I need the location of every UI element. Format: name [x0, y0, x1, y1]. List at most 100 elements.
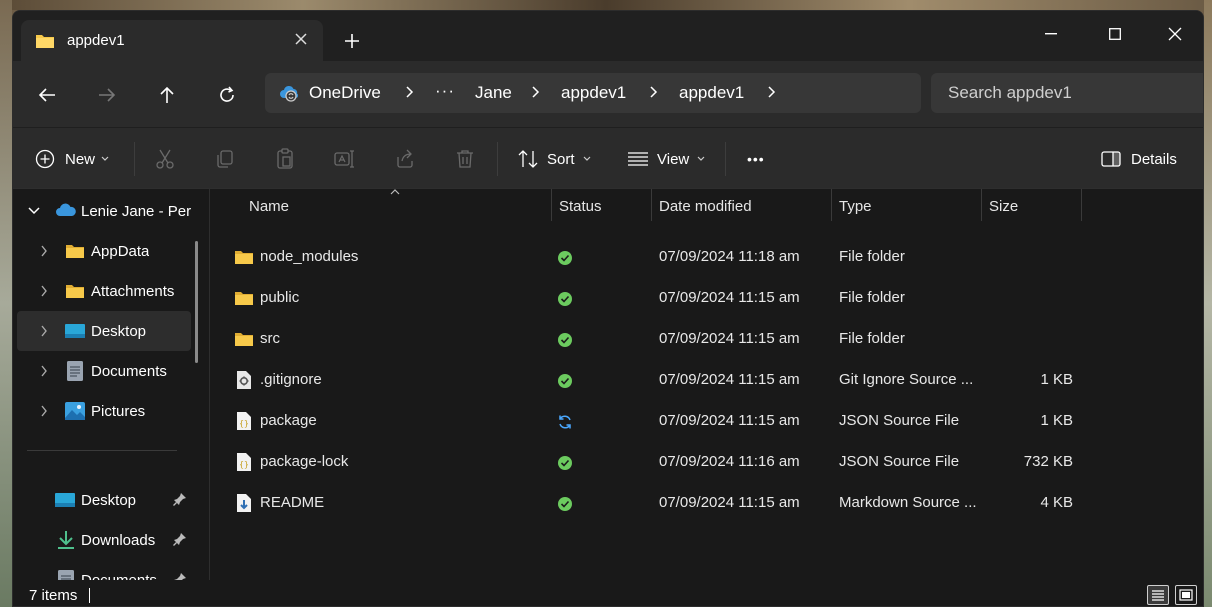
- chevron-down-icon[interactable]: [27, 204, 41, 218]
- details-button[interactable]: Details: [1101, 146, 1177, 172]
- breadcrumb-jane[interactable]: Jane: [475, 83, 512, 103]
- view-button[interactable]: View: [627, 146, 705, 172]
- column-divider[interactable]: [1081, 189, 1082, 221]
- breadcrumb-appdev1[interactable]: appdev1: [561, 83, 626, 103]
- syncing-icon: [557, 414, 573, 434]
- content-area: Lenie Jane - Pers AppData Attachments De…: [13, 188, 1203, 590]
- file-row-node-modules[interactable]: node_modules 07/09/2024 11:18 am File fo…: [210, 237, 1203, 278]
- file-name: package: [260, 412, 317, 429]
- file-date: 07/09/2024 11:15 am: [659, 371, 800, 388]
- delete-icon[interactable]: [453, 147, 477, 171]
- column-header-size[interactable]: Size: [989, 198, 1018, 215]
- file-type: JSON Source File: [839, 412, 960, 429]
- chevron-right-icon[interactable]: [531, 85, 541, 104]
- quick-access-downloads[interactable]: Downloads: [17, 520, 191, 560]
- sidebar-item-documents[interactable]: Documents: [17, 351, 191, 391]
- copy-icon[interactable]: [213, 147, 237, 171]
- details-view-button[interactable]: [1147, 585, 1169, 605]
- file-row-readme[interactable]: README 07/09/2024 11:15 am Markdown Sour…: [210, 483, 1203, 524]
- close-window-button[interactable]: [1155, 19, 1195, 49]
- divider: [27, 450, 177, 451]
- back-button[interactable]: [33, 81, 61, 109]
- quick-access-desktop[interactable]: Desktop: [17, 480, 191, 520]
- file-row-src[interactable]: src 07/09/2024 11:15 am File folder: [210, 319, 1203, 360]
- tiles-view-button[interactable]: [1175, 585, 1197, 605]
- item-count: 7 items: [29, 587, 78, 604]
- desktop-wallpaper-right: [1204, 0, 1212, 607]
- refresh-button[interactable]: [213, 81, 241, 109]
- new-button[interactable]: New: [35, 146, 109, 172]
- view-label: View: [657, 150, 690, 168]
- paste-icon[interactable]: [273, 147, 297, 171]
- view-icon: [628, 152, 648, 166]
- folder-icon: [65, 243, 85, 263]
- cut-icon[interactable]: [153, 147, 177, 171]
- column-divider[interactable]: [651, 189, 652, 221]
- chevron-right-icon[interactable]: [37, 244, 51, 258]
- breadcrumb-onedrive[interactable]: OneDrive: [309, 83, 381, 103]
- markdown-file-icon: [236, 493, 252, 517]
- address-bar[interactable]: OneDrive ··· Jane appdev1 appdev1: [265, 73, 921, 113]
- file-date: 07/09/2024 11:18 am: [659, 248, 800, 265]
- column-header-name[interactable]: Name: [249, 198, 289, 215]
- breadcrumb-overflow[interactable]: ···: [435, 81, 455, 101]
- column-header-type[interactable]: Type: [839, 198, 872, 215]
- sidebar-item-desktop[interactable]: Desktop: [17, 311, 191, 351]
- sidebar-item-label: Attachments: [91, 283, 175, 300]
- folder-icon: [65, 283, 85, 303]
- status-bar: 7 items: [13, 580, 1203, 606]
- file-row-package[interactable]: {} package 07/09/2024 11:15 am JSON Sour…: [210, 401, 1203, 442]
- more-options-button[interactable]: •••: [747, 146, 765, 172]
- column-divider[interactable]: [831, 189, 832, 221]
- sidebar-item-appdata[interactable]: AppData: [17, 231, 191, 271]
- column-divider[interactable]: [551, 189, 552, 221]
- sidebar-item-attachments[interactable]: Attachments: [17, 271, 191, 311]
- column-header-date[interactable]: Date modified: [659, 198, 752, 215]
- pin-icon[interactable]: [173, 532, 187, 550]
- synced-check-icon: [557, 373, 573, 393]
- chevron-right-icon[interactable]: [37, 284, 51, 298]
- up-button[interactable]: [153, 81, 181, 109]
- file-type: Git Ignore Source ...: [839, 371, 974, 388]
- chevron-right-icon[interactable]: [767, 85, 777, 104]
- synced-check-icon: [557, 250, 573, 270]
- chevron-right-icon[interactable]: [649, 85, 659, 104]
- maximize-button[interactable]: [1095, 19, 1135, 49]
- pin-icon[interactable]: [173, 492, 187, 510]
- forward-button[interactable]: [93, 81, 121, 109]
- chevron-right-icon[interactable]: [37, 404, 51, 418]
- json-file-icon: {}: [236, 411, 252, 435]
- share-icon[interactable]: [393, 147, 417, 171]
- details-view-icon: [1152, 590, 1164, 601]
- sidebar-scrollbar[interactable]: [195, 241, 198, 363]
- details-pane-icon: [1101, 151, 1121, 167]
- folder-icon: [234, 290, 254, 310]
- file-type: File folder: [839, 289, 905, 306]
- chevron-right-icon[interactable]: [37, 324, 51, 338]
- file-row-gitignore[interactable]: .gitignore 07/09/2024 11:15 am Git Ignor…: [210, 360, 1203, 401]
- close-tab-icon[interactable]: [289, 28, 313, 52]
- file-row-public[interactable]: public 07/09/2024 11:15 am File folder: [210, 278, 1203, 319]
- search-box[interactable]: Search appdev1: [931, 73, 1203, 113]
- rename-icon[interactable]: [333, 147, 357, 171]
- chevron-right-icon[interactable]: [37, 364, 51, 378]
- sidebar-item-pictures[interactable]: Pictures: [17, 391, 191, 431]
- column-header-status[interactable]: Status: [559, 198, 602, 215]
- desktop-icon: [65, 323, 85, 343]
- new-label: New: [65, 150, 96, 168]
- new-tab-button[interactable]: [339, 29, 365, 55]
- column-divider[interactable]: [981, 189, 982, 221]
- sort-button[interactable]: Sort: [517, 146, 591, 172]
- chevron-right-icon[interactable]: [405, 85, 415, 104]
- synced-check-icon: [557, 291, 573, 311]
- onedrive-icon: [55, 203, 77, 221]
- sidebar-item-onedrive[interactable]: Lenie Jane - Pers: [17, 191, 191, 231]
- file-type: JSON Source File: [839, 453, 960, 470]
- breadcrumb-appdev1-current[interactable]: appdev1: [679, 83, 744, 103]
- search-input[interactable]: Search appdev1: [948, 83, 1072, 103]
- tab-appdev1[interactable]: appdev1: [21, 20, 323, 61]
- file-date: 07/09/2024 11:15 am: [659, 330, 800, 347]
- minimize-button[interactable]: [1031, 19, 1071, 49]
- file-type: Markdown Source ...: [839, 494, 977, 511]
- file-row-package-lock[interactable]: {} package-lock 07/09/2024 11:16 am JSON…: [210, 442, 1203, 483]
